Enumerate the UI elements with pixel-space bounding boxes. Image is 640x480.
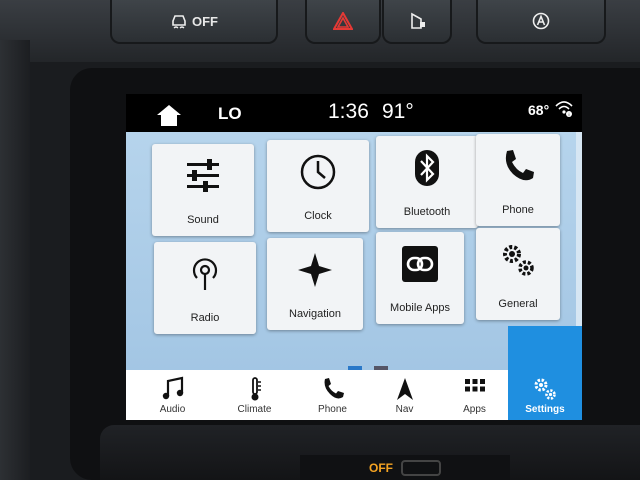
lower-button[interactable]: [401, 459, 441, 476]
lower-control-strip: OFF: [300, 455, 510, 480]
app-tile-clock[interactable]: Clock: [267, 140, 369, 232]
app-tile-label: Bluetooth: [403, 206, 451, 218]
cabin-temperature: 68°: [528, 102, 550, 118]
compass-star-icon: [298, 253, 332, 287]
nav-navigation[interactable]: Nav: [372, 370, 437, 420]
app-tile-label: Sound: [187, 214, 219, 226]
nav-label: Audio: [159, 404, 186, 415]
radio-icon: [192, 258, 218, 290]
lower-indicator-label: OFF: [369, 460, 393, 475]
app-tile-label: Phone: [502, 204, 534, 216]
nav-label: Apps: [463, 404, 486, 415]
nav-label: Settings: [525, 404, 565, 415]
nav-label: Nav: [395, 404, 414, 415]
app-tile-radio[interactable]: Radio: [154, 242, 256, 334]
grid-icon: [464, 379, 485, 392]
clock-icon: [300, 154, 336, 190]
nav-phone[interactable]: Phone: [300, 370, 365, 420]
app-tile-label: Navigation: [289, 308, 341, 320]
app-tile-label: General: [498, 298, 538, 310]
traction-control-button[interactable]: OFF: [110, 0, 278, 44]
app-tile-label: Mobile Apps: [390, 302, 450, 314]
app-tile-label: Radio: [190, 312, 220, 324]
app-tile-phone[interactable]: Phone: [476, 134, 560, 226]
bottom-nav-bar: Audio Climate Phone Nav Apps Settings: [126, 326, 582, 420]
home-icon[interactable]: [156, 103, 182, 127]
fan-level-label: LO: [218, 104, 242, 123]
app-tile-general[interactable]: General: [476, 228, 560, 320]
left-trim: [0, 40, 30, 480]
door-lock-icon: [411, 12, 425, 29]
navigation-arrow-icon: [396, 378, 413, 400]
door-lock-button[interactable]: [382, 0, 452, 44]
app-tile-mobile-apps[interactable]: Mobile Apps: [376, 232, 464, 324]
app-tile-sound[interactable]: Sound: [152, 144, 254, 236]
thermometer-icon: [251, 377, 261, 401]
dashboard-top-panel: OFF: [0, 0, 640, 62]
gears-icon: [503, 245, 534, 276]
nav-label: Climate: [237, 404, 272, 415]
app-tile-bluetooth[interactable]: Bluetooth: [376, 136, 478, 228]
infotainment-screen: LO 1:36 91° 68° i Sound Clock Bluetooth …: [126, 94, 582, 420]
nav-apps[interactable]: Apps: [442, 370, 507, 420]
app-tile-navigation[interactable]: Navigation: [267, 238, 363, 330]
clock-time: 1:36: [328, 100, 369, 123]
outside-temperature: 91°: [382, 100, 414, 123]
svg-text:i: i: [569, 112, 570, 117]
auto-start-stop-icon: [532, 12, 550, 30]
gears-icon: [534, 378, 556, 400]
nav-audio[interactable]: Audio: [140, 370, 205, 420]
hazard-icon: [333, 12, 353, 30]
nav-label: Phone: [318, 404, 347, 415]
sliders-icon: [187, 159, 219, 192]
phone-icon: [324, 378, 344, 399]
nav-climate[interactable]: Climate: [222, 370, 287, 420]
traction-off-label: OFF: [192, 13, 218, 29]
nav-settings[interactable]: Settings: [508, 326, 582, 420]
auto-start-stop-button[interactable]: [476, 0, 606, 44]
status-bar: LO 1:36 91° 68° i: [126, 94, 582, 132]
traction-car-icon: [172, 15, 186, 29]
music-note-icon: [162, 376, 183, 400]
link-icon: [402, 246, 438, 282]
app-tile-label: Clock: [304, 210, 332, 222]
wifi-icon: i: [555, 101, 573, 117]
hazard-button[interactable]: [305, 0, 381, 44]
phone-icon: [505, 150, 534, 181]
bluetooth-icon: [415, 150, 439, 186]
